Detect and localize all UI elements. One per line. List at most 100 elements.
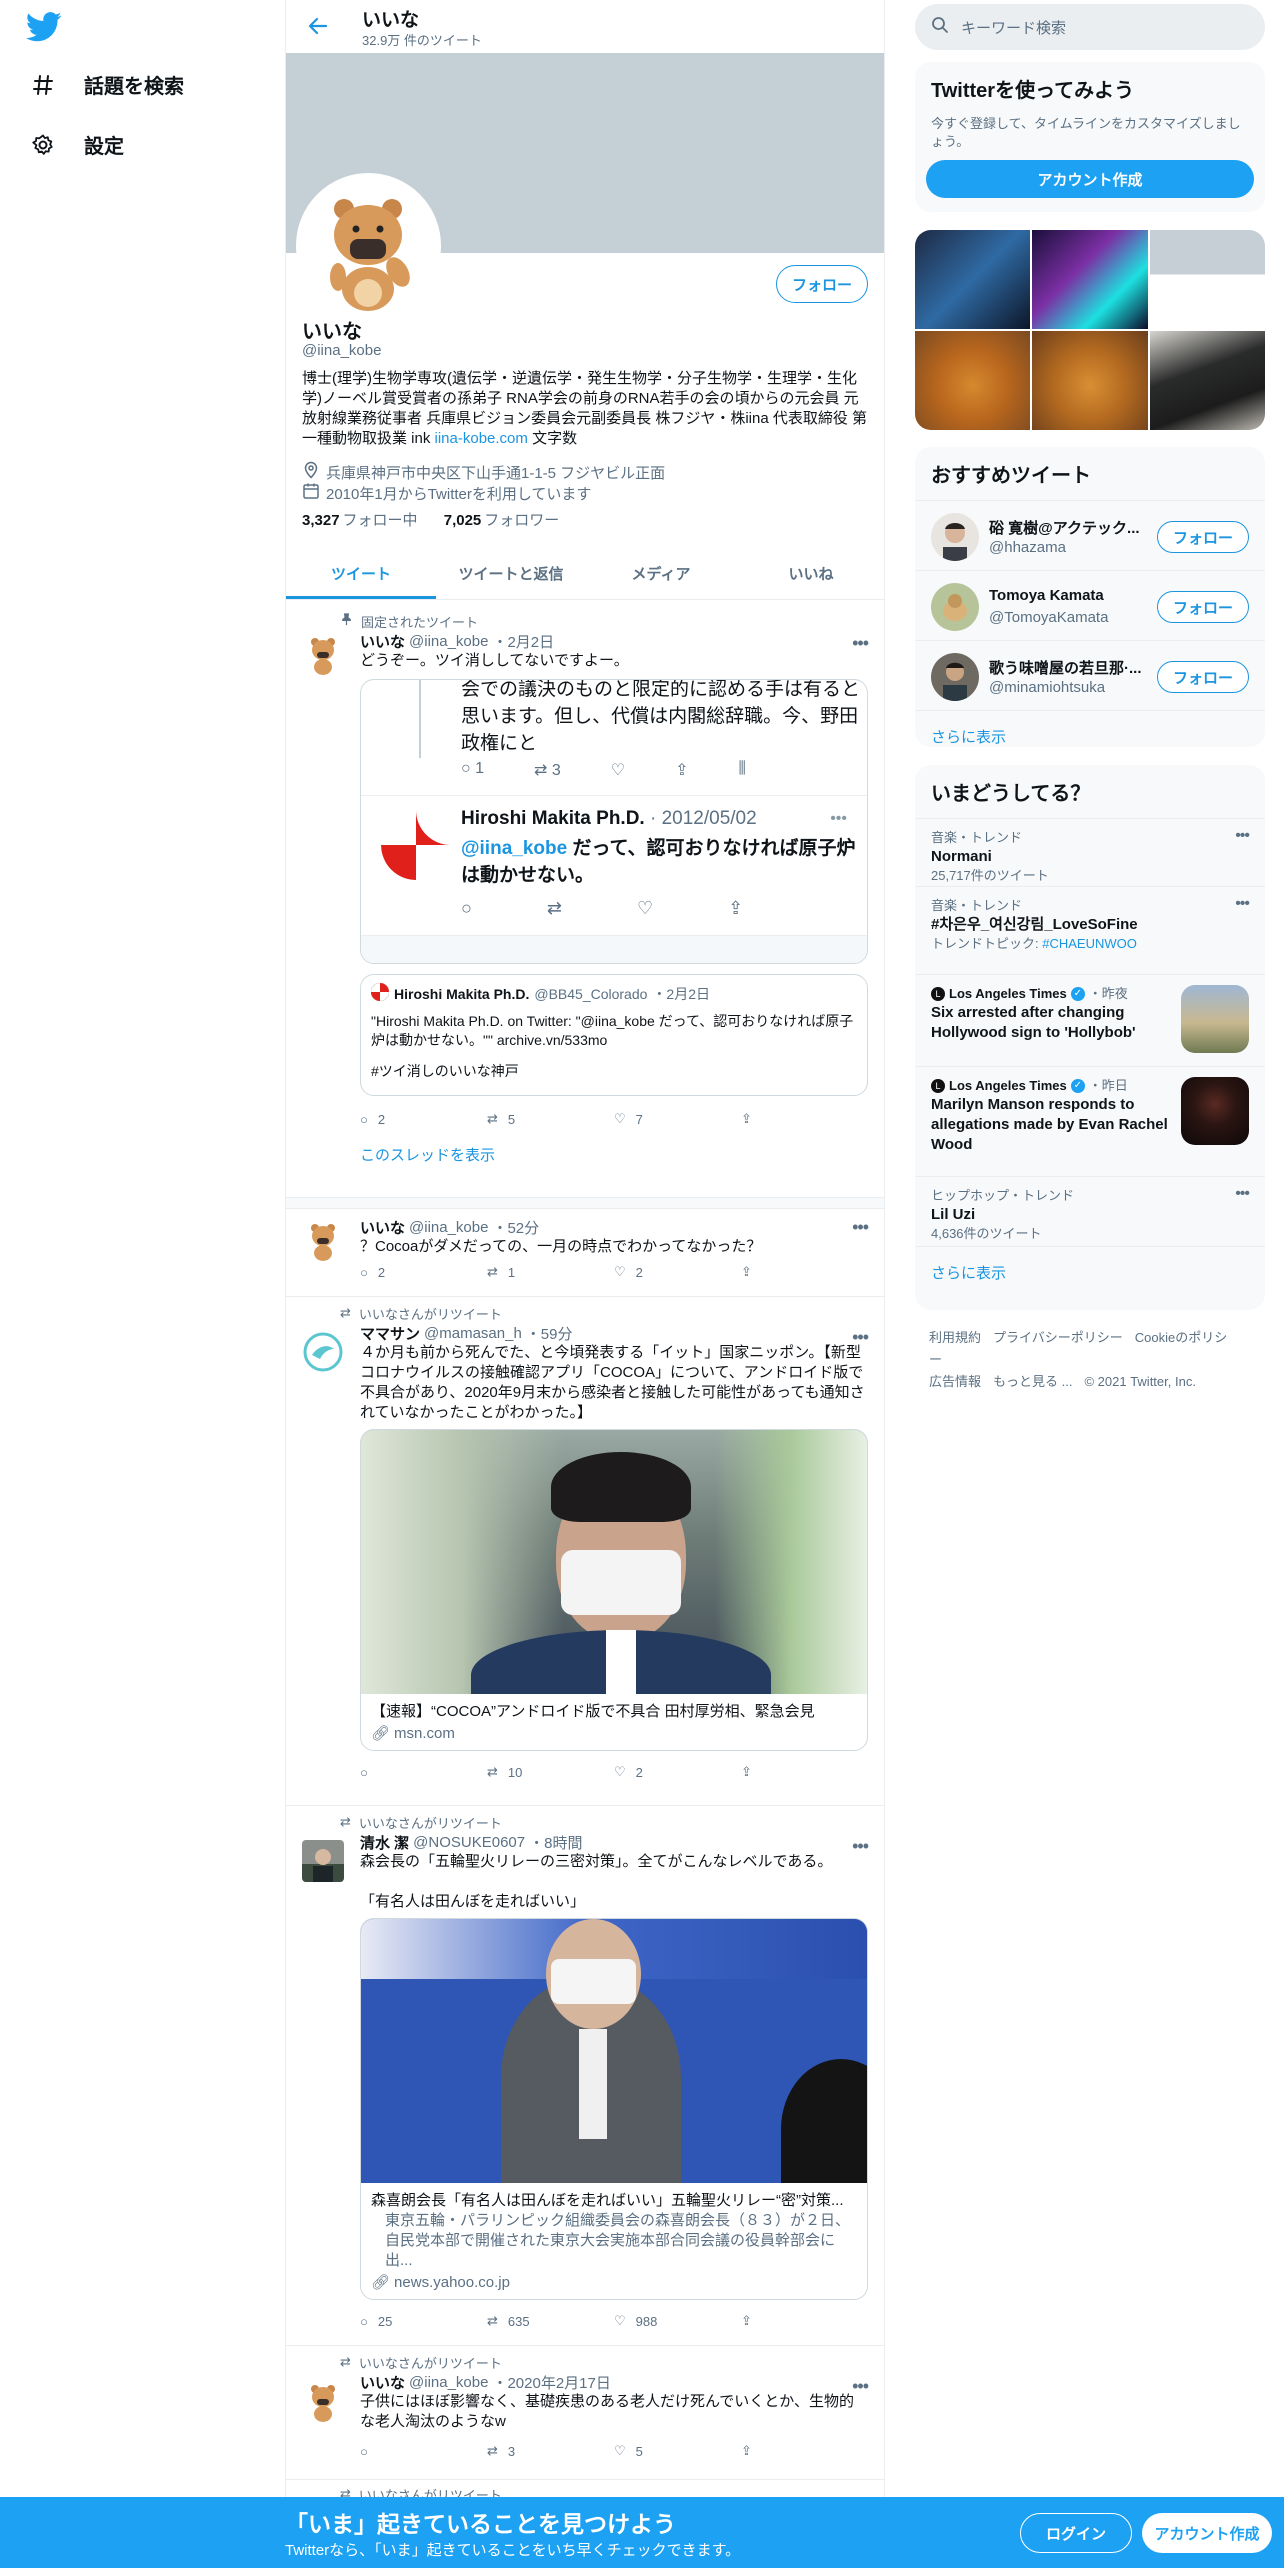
retweet-button[interactable]: ⇄ 1 <box>487 1264 614 1280</box>
user-name[interactable]: Tomoya Kamata <box>989 587 1149 604</box>
trend-item[interactable]: ヒップホップ・トレンド Lil Uzi 4,636件のツイート ••• <box>915 1176 1265 1246</box>
share-button[interactable]: ⇪ <box>741 2313 868 2329</box>
create-account-button[interactable]: アカウント作成 <box>926 160 1254 198</box>
nav-explore[interactable]: 話題を検索 <box>30 70 184 99</box>
twitter-logo-icon[interactable] <box>25 12 62 42</box>
user-avatar[interactable] <box>931 513 979 561</box>
tweet-author-handle[interactable]: @NOSUKE0607 <box>413 1834 525 1851</box>
footer-privacy[interactable]: プライバシーポリシー <box>993 1330 1123 1345</box>
retweet-button[interactable]: ⇄ 10 <box>487 1764 614 1780</box>
tweet-author-handle[interactable]: @mamasan_h <box>424 1325 522 1342</box>
who-to-follow-show-more[interactable]: さらに表示 <box>915 710 1265 762</box>
follow-user-button[interactable]: フォロー <box>1157 661 1249 693</box>
reply-button[interactable]: ○ <box>360 1765 487 1780</box>
user-avatar[interactable] <box>931 653 979 701</box>
who-to-follow-item[interactable]: Tomoya Kamata @TomoyaKamata フォロー <box>915 570 1265 640</box>
trend-more-icon[interactable]: ••• <box>1235 1185 1250 1203</box>
footer-ads[interactable]: 広告情報 <box>929 1374 981 1389</box>
media-thumbnail[interactable] <box>1149 331 1265 430</box>
news-item[interactable]: L Los Angeles Times ✓ ・昨日 Marilyn Manson… <box>915 1066 1265 1176</box>
tweet-avatar[interactable] <box>302 633 344 675</box>
tweet-time[interactable]: ・52分 <box>492 1217 539 1238</box>
tweet-time[interactable]: ・2月2日 <box>492 631 554 652</box>
tweet-author-name[interactable]: いいな <box>360 1217 405 1238</box>
followers-label[interactable]: フォロワー <box>484 512 559 529</box>
share-button[interactable]: ⇪ <box>741 1111 868 1127</box>
more-options-icon[interactable]: ••• <box>852 1327 869 1348</box>
share-button[interactable]: ⇪ <box>741 1764 868 1780</box>
tweet[interactable]: いいな @iina_kobe ・52分 ••• ？Cocoaがダメだっての、一月… <box>286 1209 884 1297</box>
tweet-author-handle[interactable]: @iina_kobe <box>409 2374 488 2391</box>
quote-tweet[interactable]: Hiroshi Makita Ph.D. @BB45_Colorado ・2月2… <box>360 974 868 1096</box>
follow-button[interactable]: フォロー <box>776 265 868 303</box>
bottom-signup-button[interactable]: アカウント作成 <box>1142 2513 1272 2553</box>
tweet-author-name[interactable]: 清水 潔 <box>360 1832 409 1853</box>
show-thread-link[interactable]: このスレッドを表示 <box>360 1144 868 1165</box>
trend-more-icon[interactable]: ••• <box>1235 827 1250 845</box>
bio-link[interactable]: iina-kobe.com <box>435 430 528 447</box>
trend-item[interactable]: 音楽・トレンド #차은우_여신강림_LoveSoFine トレンドトピック: #… <box>915 886 1265 974</box>
retweet-button[interactable]: ⇄ 5 <box>487 1111 614 1127</box>
link-card[interactable]: 森喜朗会長「有名人は田んぼを走ればいい」五輪聖火リレー“密”対策... 東京五輪… <box>360 1918 868 2300</box>
who-to-follow-item[interactable]: 硲 寛樹@アクテック... @hhazama フォロー <box>915 500 1265 570</box>
tweet-pinned[interactable]: 固定されたツイート いいな @iina_kobe ・2月2日 ••• どうぞー。… <box>286 603 884 1198</box>
reply-button[interactable]: ○ 25 <box>360 2314 487 2329</box>
embedded-screenshot[interactable]: 会での議決のものと限定的に認める手は有ると思います。但し、代償は内閣総辞職。今、… <box>360 679 868 964</box>
tweet-author-name[interactable]: いいな <box>360 2372 405 2393</box>
nav-settings[interactable]: 設定 <box>30 130 124 159</box>
trend-item[interactable]: 音楽・トレンド Normani 25,717件のツイート ••• <box>915 818 1265 886</box>
profile-avatar[interactable] <box>296 173 441 318</box>
user-avatar[interactable] <box>931 583 979 631</box>
tweet-avatar[interactable] <box>302 1840 344 1882</box>
user-name[interactable]: 硲 寛樹@アクテック... <box>989 517 1149 538</box>
reply-button[interactable]: ○ 2 <box>360 1112 487 1127</box>
share-button[interactable]: ⇪ <box>741 1264 868 1280</box>
more-options-icon[interactable]: ••• <box>852 1217 869 1238</box>
tweet-time[interactable]: ・2020年2月17日 <box>492 2372 610 2393</box>
tweet-author-handle[interactable]: @iina_kobe <box>409 1219 488 1236</box>
search-box[interactable]: キーワード検索 <box>915 4 1265 50</box>
tweet-author-handle[interactable]: @iina_kobe <box>409 633 488 650</box>
tab-tweets-replies[interactable]: ツイートと返信 <box>436 548 586 599</box>
media-thumbnail[interactable] <box>1149 230 1265 329</box>
more-options-icon[interactable]: ••• <box>852 633 869 654</box>
news-item[interactable]: L Los Angeles Times ✓ ・昨夜 Six arrested a… <box>915 974 1265 1066</box>
like-button[interactable]: ♡ 7 <box>614 1111 741 1127</box>
tab-tweets[interactable]: ツイート <box>286 548 436 599</box>
user-name[interactable]: 歌う味噌屋の若旦那·... <box>989 657 1149 678</box>
tweet-author-name[interactable]: いいな <box>360 631 405 652</box>
who-to-follow-item[interactable]: 歌う味噌屋の若旦那·... @minamiohtsuka フォロー <box>915 640 1265 710</box>
tweet-time[interactable]: ・8時間 <box>529 1832 582 1853</box>
back-arrow-icon[interactable] <box>306 14 330 38</box>
trend-more-icon[interactable]: ••• <box>1235 895 1250 913</box>
tweet-author-name[interactable]: ママサン <box>360 1323 420 1344</box>
retweet-button[interactable]: ⇄ 635 <box>487 2313 614 2329</box>
media-thumbnail[interactable] <box>915 331 1031 430</box>
footer-more[interactable]: もっと見る ... <box>993 1374 1072 1389</box>
follow-user-button[interactable]: フォロー <box>1157 591 1249 623</box>
followers-count[interactable]: 7,025 <box>444 512 482 529</box>
following-label[interactable]: フォロー中 <box>343 512 418 529</box>
footer-terms[interactable]: 利用規約 <box>929 1330 981 1345</box>
media-thumbnail[interactable] <box>1032 230 1148 329</box>
retweet-button[interactable]: ⇄ 3 <box>487 2443 614 2459</box>
trend-topic-link[interactable]: #CHAEUNWOO <box>1042 936 1137 951</box>
share-button[interactable]: ⇪ <box>741 2443 868 2459</box>
tweet-avatar[interactable] <box>302 1331 344 1373</box>
tweet-retweet[interactable]: ⇄ いいなさんがリツイート いいな @iina_kobe ・2020年2月17日… <box>286 2346 884 2480</box>
tab-likes[interactable]: いいね <box>736 548 884 599</box>
like-button[interactable]: ♡ 2 <box>614 1764 741 1780</box>
tweet-retweet[interactable]: ⇄ いいなさんがリツイート 清水 潔 @NOSUKE0607 ・8時間 ••• … <box>286 1806 884 2346</box>
tweet-time[interactable]: ・59分 <box>526 1323 573 1344</box>
media-thumbnail[interactable] <box>1032 331 1148 430</box>
tab-media[interactable]: メディア <box>586 548 736 599</box>
tweet-avatar[interactable] <box>302 2380 344 2422</box>
media-gallery[interactable] <box>915 230 1265 430</box>
like-button[interactable]: ♡ 988 <box>614 2313 741 2329</box>
media-thumbnail[interactable] <box>915 230 1031 329</box>
trends-show-more[interactable]: さらに表示 <box>915 1246 1265 1298</box>
following-count[interactable]: 3,327 <box>302 512 340 529</box>
like-button[interactable]: ♡ 2 <box>614 1264 741 1280</box>
reply-button[interactable]: ○ 2 <box>360 1265 487 1280</box>
more-options-icon[interactable]: ••• <box>852 2376 869 2397</box>
